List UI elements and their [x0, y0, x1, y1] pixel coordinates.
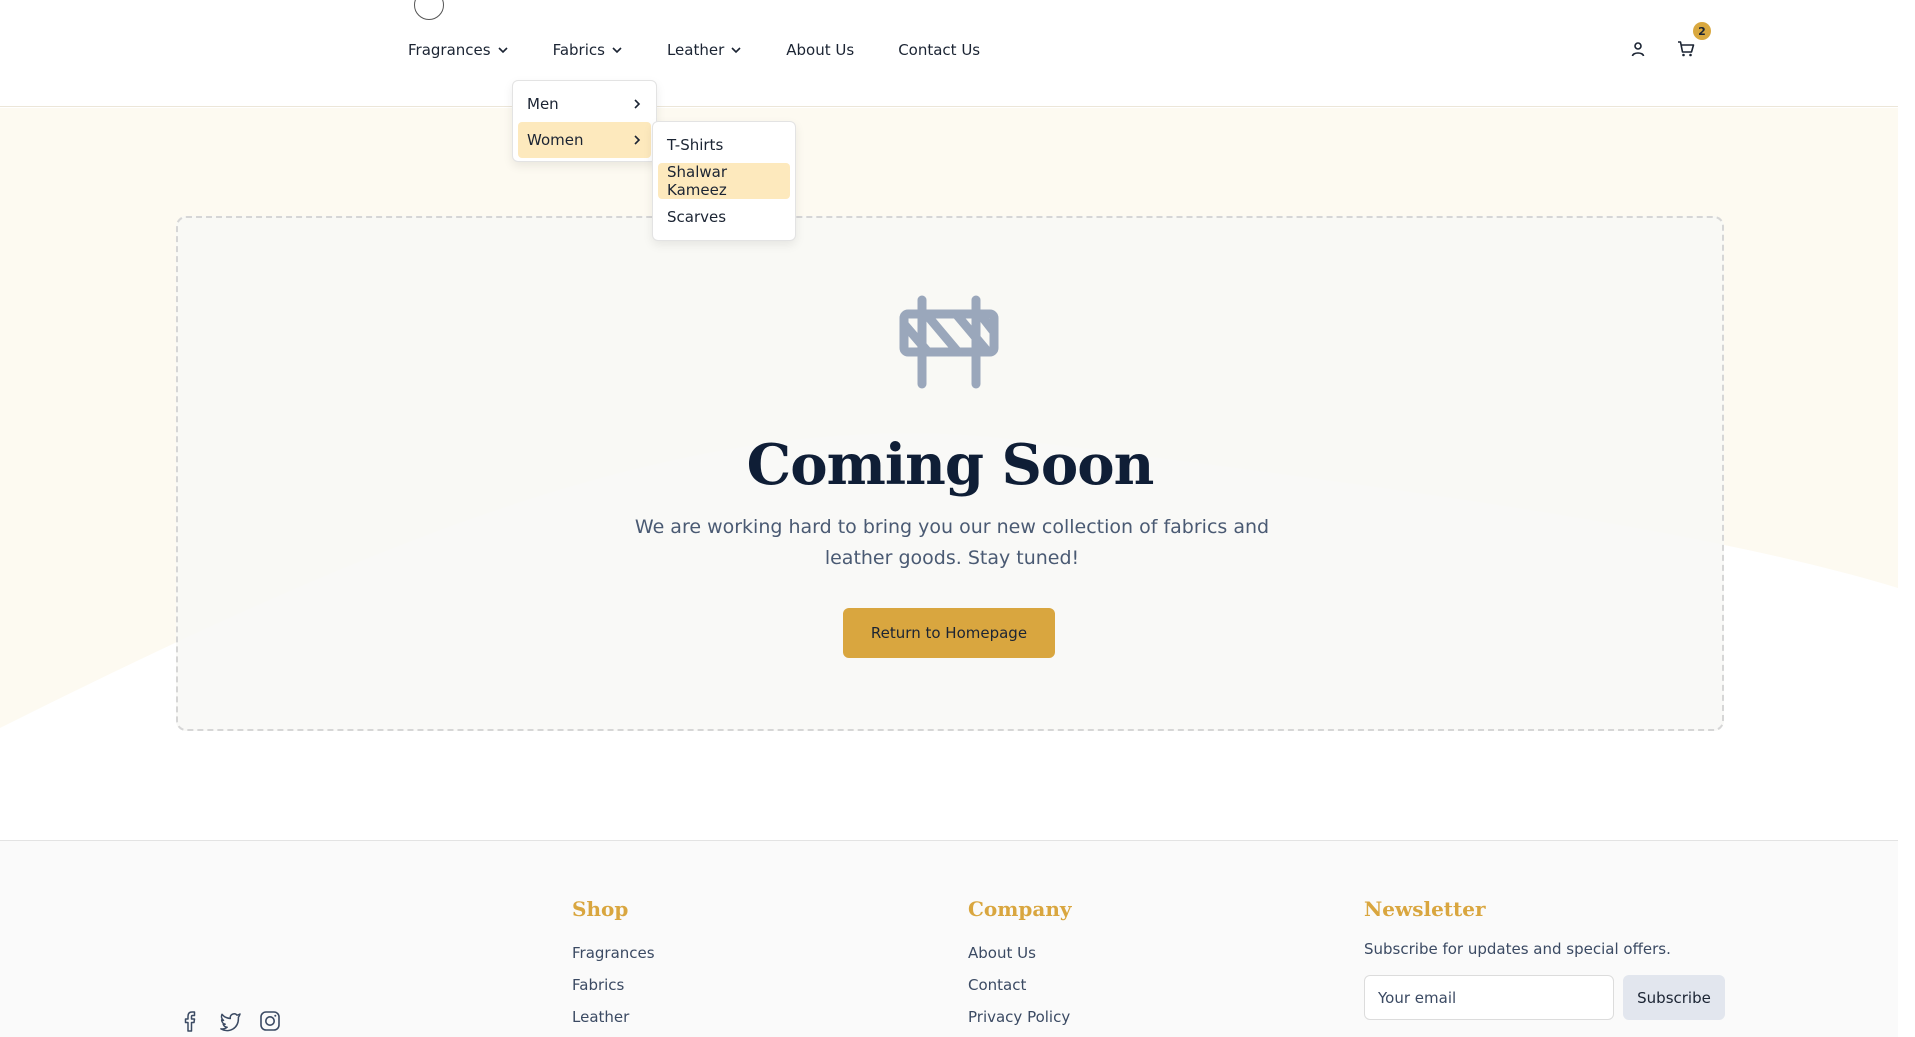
user-icon[interactable] — [1627, 38, 1649, 60]
menu-item-label: Men — [527, 95, 559, 113]
site-header: Fragrances Fabrics Leather About Us Cont… — [0, 0, 1898, 107]
fabrics-dropdown: Men Women — [512, 80, 657, 162]
menu-item-women[interactable]: Women — [518, 122, 651, 158]
email-input[interactable] — [1364, 975, 1614, 1020]
menu-item-tshirts[interactable]: T-Shirts — [658, 127, 790, 163]
women-submenu: T-Shirts Shalwar Kameez Scarves — [652, 121, 796, 241]
chevron-right-icon — [634, 135, 641, 145]
menu-item-label: Scarves — [667, 208, 727, 226]
menu-item-label: Shalwar Kameez — [667, 163, 728, 199]
footer-link-fragrances[interactable]: Fragrances — [572, 937, 655, 969]
newsletter-form: Subscribe — [1364, 975, 1725, 1020]
menu-item-men[interactable]: Men — [518, 86, 651, 122]
logo[interactable] — [414, 0, 444, 20]
footer-link-about[interactable]: About Us — [968, 937, 1072, 969]
coming-soon-card: Coming Soon We are working hard to bring… — [176, 216, 1724, 731]
nav-label: Fabrics — [552, 41, 605, 59]
chevron-right-icon — [634, 99, 641, 109]
footer-company: Company About Us Contact Privacy Policy — [968, 897, 1072, 1033]
social-links — [178, 1009, 282, 1033]
main-nav: Fragrances Fabrics Leather About Us Cont… — [408, 41, 1024, 59]
nav-about[interactable]: About Us — [786, 41, 854, 59]
nav-fabrics[interactable]: Fabrics — [553, 41, 623, 59]
footer-newsletter: Newsletter Subscribe for updates and spe… — [1364, 897, 1725, 1020]
subscribe-button[interactable]: Subscribe — [1623, 975, 1725, 1020]
footer-newsletter-title: Newsletter — [1364, 897, 1486, 921]
page-subtitle: We are working hard to bring you our new… — [634, 516, 1270, 569]
header-icons: 2 — [1627, 22, 1711, 60]
menu-item-label: T-Shirts — [667, 136, 724, 154]
footer-link-privacy[interactable]: Privacy Policy — [968, 1001, 1072, 1033]
footer-link-contact[interactable]: Contact — [968, 969, 1072, 1001]
nav-fragrances[interactable]: Fragrances — [408, 41, 509, 59]
page-title: Coming Soon — [746, 432, 1155, 498]
menu-item-shalwar-kameez[interactable]: Shalwar Kameez — [658, 163, 790, 199]
footer-link-fabrics[interactable]: Fabrics — [572, 969, 655, 1001]
newsletter-text: Subscribe for updates and special offers… — [1364, 940, 1671, 958]
cart-count-badge: 2 — [1693, 22, 1711, 40]
chevron-down-icon — [498, 47, 508, 54]
return-home-button[interactable]: Return to Homepage — [843, 608, 1055, 658]
footer-link-leather[interactable]: Leather — [572, 1001, 655, 1033]
construction-barrier-icon — [899, 295, 999, 389]
menu-item-label: Women — [527, 131, 584, 149]
footer-shop-title: Shop — [572, 897, 629, 921]
cart-icon[interactable]: 2 — [1675, 22, 1711, 60]
nav-label: Contact Us — [898, 41, 981, 59]
footer-shop: Shop Fragrances Fabrics Leather — [572, 897, 655, 1033]
nav-contact[interactable]: Contact Us — [898, 41, 980, 59]
nav-label: Fragrances — [408, 41, 491, 59]
footer-company-title: Company — [968, 897, 1072, 921]
facebook-icon[interactable] — [178, 1009, 202, 1033]
instagram-icon[interactable] — [258, 1009, 282, 1033]
chevron-down-icon — [731, 47, 741, 54]
scrollbar[interactable] — [1898, 0, 1915, 1037]
page: Coming Soon We are working hard to bring… — [0, 0, 1915, 1037]
site-footer: Shop Fragrances Fabrics Leather Company … — [0, 840, 1898, 1037]
nav-label: About Us — [786, 41, 855, 59]
chevron-down-icon — [612, 47, 622, 54]
menu-item-scarves[interactable]: Scarves — [658, 199, 790, 235]
twitter-icon[interactable] — [218, 1009, 242, 1033]
nav-leather[interactable]: Leather — [667, 41, 742, 59]
nav-label: Leather — [666, 41, 725, 59]
